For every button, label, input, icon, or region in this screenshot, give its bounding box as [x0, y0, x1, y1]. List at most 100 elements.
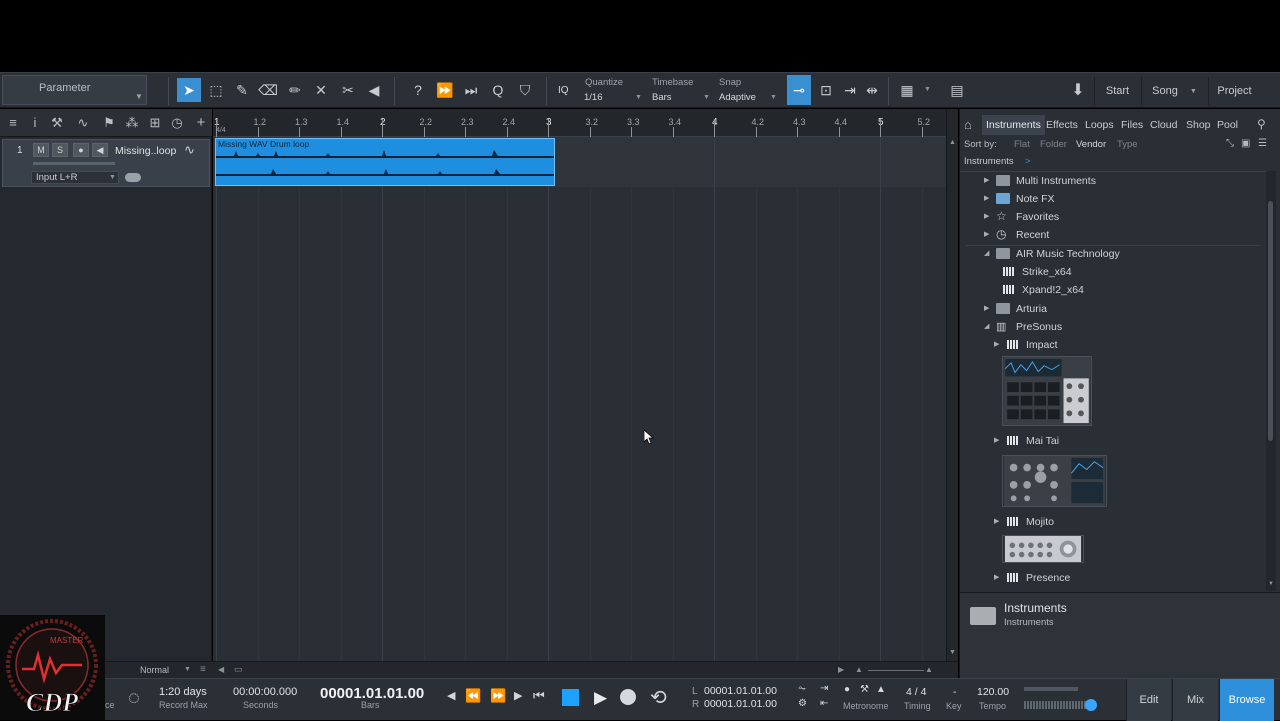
add-track-icon[interactable]: +: [192, 115, 210, 131]
range-tool-icon[interactable]: ⬚: [204, 78, 228, 102]
list-view-icon[interactable]: ☰: [1258, 138, 1267, 149]
list-item[interactable]: ◢ ▥ PreSonus: [984, 318, 1264, 336]
arrange-view[interactable]: 11.21.31.422.22.32.433.23.33.444.24.34.4…: [213, 109, 946, 661]
menu-icon[interactable]: ≡: [200, 664, 206, 675]
list-item[interactable]: Strike_x64: [990, 263, 1260, 281]
tab-instruments[interactable]: Instruments: [982, 115, 1045, 135]
snap-toggle-icon[interactable]: ⊸: [787, 75, 811, 105]
snap-select[interactable]: Adaptive: [719, 92, 756, 103]
monitor-button[interactable]: ◀: [92, 143, 108, 157]
parameter-field[interactable]: Parameter ▼: [2, 75, 147, 105]
collapse-arrow-icon[interactable]: ◢: [984, 318, 989, 336]
collapse-arrow-icon[interactable]: ◢: [984, 245, 989, 263]
start-button[interactable]: Start: [1094, 77, 1140, 105]
automation-icon[interactable]: ∿: [74, 115, 92, 131]
sort-type[interactable]: Type: [1117, 139, 1138, 150]
prev-marker-icon[interactable]: ◀: [447, 689, 455, 702]
gear-icon[interactable]: ⚙: [798, 698, 807, 709]
scrollbar-thumb[interactable]: [1268, 201, 1273, 441]
arranger-icon[interactable]: ⁂: [123, 115, 141, 131]
stop-button[interactable]: [562, 689, 579, 706]
output-toggle[interactable]: [1085, 699, 1097, 711]
list-item[interactable]: ▶ ☆ Favorites: [984, 208, 1264, 226]
split-tool-icon[interactable]: ✂: [336, 78, 360, 102]
preroll-icon[interactable]: ⇥: [820, 683, 828, 694]
tab-files[interactable]: Files: [1117, 115, 1147, 135]
snap-cursor-icon[interactable]: ⇹: [860, 78, 884, 102]
list-item[interactable]: ▶ Multi Instruments: [984, 172, 1264, 190]
menu-icon[interactable]: ≡: [4, 115, 22, 131]
folder-track-icon[interactable]: ⊞: [146, 115, 164, 131]
paint-tool-icon[interactable]: ✎: [230, 78, 254, 102]
volume-slider[interactable]: [33, 162, 115, 165]
impact-thumbnail[interactable]: [1002, 356, 1092, 426]
expand-arrow-icon[interactable]: ▶: [984, 226, 989, 244]
tab-pool[interactable]: Pool: [1213, 115, 1242, 135]
iq-button[interactable]: IQ: [558, 85, 569, 96]
mute-tool-icon[interactable]: ✕: [309, 78, 333, 102]
browser-breadcrumb[interactable]: Instruments: [964, 156, 1014, 167]
solo-button[interactable]: S: [52, 143, 68, 157]
pencil-tool-icon[interactable]: ✏: [283, 78, 307, 102]
metronome-settings-icon[interactable]: ⚒: [860, 684, 869, 695]
return-to-zero-icon[interactable]: ⏮: [533, 688, 545, 704]
quantize-select[interactable]: 1/16: [584, 92, 603, 103]
tempo-icon[interactable]: ◷: [168, 115, 186, 131]
chevron-down-icon[interactable]: ▼: [949, 649, 956, 656]
search-icon[interactable]: Q: [486, 78, 510, 102]
expand-arrow-icon[interactable]: ▶: [984, 172, 989, 190]
expand-arrow-icon[interactable]: ▶: [984, 190, 989, 208]
list-item[interactable]: ▶ Note FX: [984, 190, 1264, 208]
record-panel-icon[interactable]: ◌: [128, 687, 140, 710]
listen-tool-icon[interactable]: ◀: [362, 78, 386, 102]
tab-shop[interactable]: Shop: [1182, 115, 1215, 135]
input-select[interactable]: Input L+R: [31, 171, 119, 184]
right-locator-value[interactable]: 00001.01.01.00: [704, 698, 777, 710]
download-icon[interactable]: ⬇: [1066, 78, 1090, 102]
list-item[interactable]: ▶ Arturia: [984, 300, 1264, 318]
expand-arrow-icon[interactable]: ▶: [984, 300, 989, 318]
tab-loops[interactable]: Loops: [1081, 115, 1118, 135]
song-button[interactable]: Song ▼: [1141, 77, 1207, 105]
mixer-icon[interactable]: ▤: [945, 78, 969, 102]
loop-follow-icon[interactable]: ⛉: [513, 78, 537, 102]
play-button[interactable]: ▶: [594, 688, 607, 708]
help-icon[interactable]: ?: [406, 78, 430, 102]
preview-icon[interactable]: ▣: [1241, 138, 1250, 149]
expand-arrow-icon[interactable]: ▶: [994, 432, 999, 450]
precount-icon[interactable]: ⏦: [798, 683, 806, 694]
list-item[interactable]: ◢ AIR Music Technology: [984, 245, 1264, 263]
tab-effects[interactable]: Effects: [1042, 115, 1082, 135]
timing-value[interactable]: 4 / 4: [906, 686, 926, 698]
list-item[interactable]: ▶ Mai Tai: [994, 432, 1264, 450]
track-header[interactable]: 1 M S ● ◀ Missing..loop ∿ Input L+R ▼: [2, 139, 210, 187]
record-arm-button[interactable]: ●: [73, 143, 89, 157]
browser-scrollbar[interactable]: ▼: [1266, 171, 1276, 591]
scroll-left-icon[interactable]: ◀: [218, 665, 224, 674]
input-monitor-toggle[interactable]: [125, 173, 141, 182]
zoom-slider[interactable]: [868, 670, 924, 671]
tab-cloud[interactable]: Cloud: [1146, 115, 1181, 135]
home-icon[interactable]: ⌂: [964, 117, 972, 132]
left-locator-value[interactable]: 00001.01.01.00: [704, 685, 777, 697]
mix-button[interactable]: Mix: [1172, 679, 1218, 721]
marker-icon[interactable]: ⚑: [100, 115, 118, 131]
fast-forward-icon[interactable]: ⏩: [490, 688, 506, 704]
record-button[interactable]: [620, 689, 636, 705]
tempo-value[interactable]: 120.00: [977, 686, 1009, 698]
expand-arrow-icon[interactable]: ▶: [994, 336, 999, 354]
project-button[interactable]: Project: [1208, 77, 1260, 105]
edit-button[interactable]: Edit: [1126, 679, 1171, 721]
autoscroll-icon[interactable]: ⏩: [433, 78, 457, 102]
chevron-down-icon[interactable]: ▼: [1268, 581, 1274, 587]
list-item[interactable]: ▶ Mojito: [994, 513, 1264, 531]
search-icon[interactable]: ⚲: [1257, 117, 1266, 131]
timebase-select[interactable]: Bars: [652, 92, 672, 103]
follow-icon[interactable]: ⏭: [459, 78, 483, 102]
loop-icon[interactable]: ⟲: [650, 685, 667, 710]
browse-button[interactable]: Browse: [1219, 679, 1274, 721]
list-item[interactable]: ▶ ◷ Recent: [984, 226, 1264, 244]
wrench-icon[interactable]: ⚒: [48, 115, 66, 131]
sort-folder[interactable]: Folder: [1040, 139, 1067, 150]
inspector-icon[interactable]: i: [26, 115, 44, 131]
